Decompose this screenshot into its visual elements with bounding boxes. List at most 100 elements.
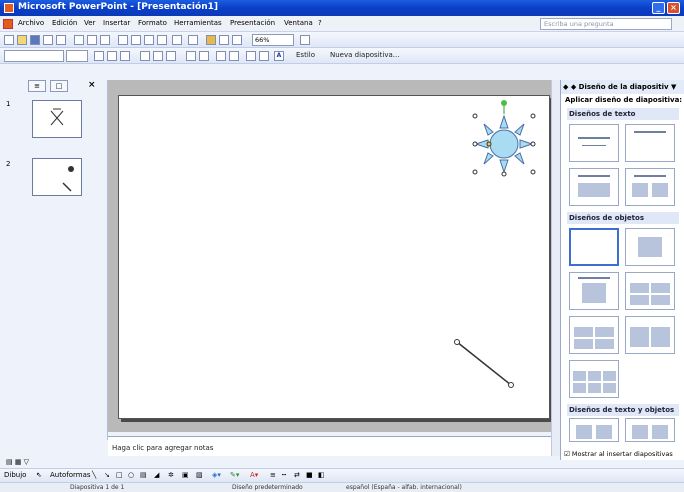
resize-handle[interactable] (530, 169, 536, 175)
chart-icon[interactable] (206, 35, 216, 45)
show-on-insert-row[interactable]: ☑ Mostrar al insertar diapositivas (564, 450, 673, 458)
numbering-icon[interactable] (186, 51, 196, 61)
email-icon[interactable] (56, 35, 66, 45)
menu-edicion[interactable]: Edición (52, 19, 77, 27)
increase-font-icon[interactable] (216, 51, 226, 61)
document-icon[interactable] (3, 19, 13, 29)
print-icon[interactable] (74, 35, 84, 45)
clipart-tool-icon[interactable]: ▣ (182, 471, 189, 479)
resize-handle[interactable] (472, 113, 478, 119)
layout-content[interactable] (625, 228, 675, 266)
menu-archivo[interactable]: Archivo (18, 19, 44, 27)
underline-icon[interactable] (120, 51, 130, 61)
minimize-button[interactable]: _ (652, 2, 665, 14)
diagram-tool-icon[interactable]: ✲ (168, 471, 174, 479)
arrow-style-icon[interactable]: ⇄ (294, 471, 300, 479)
line-style-icon[interactable]: ≡ (270, 471, 276, 479)
italic-icon[interactable] (107, 51, 117, 61)
line-start-handle[interactable] (454, 339, 460, 345)
textbox-tool-icon[interactable]: ▤ (140, 471, 147, 479)
table-icon[interactable] (219, 35, 229, 45)
bold-icon[interactable] (94, 51, 104, 61)
sun-autoshape[interactable] (472, 100, 536, 177)
cut-icon[interactable] (118, 35, 128, 45)
resize-handle[interactable] (501, 171, 507, 177)
layout-title-slide[interactable] (569, 124, 619, 162)
copy-icon[interactable] (131, 35, 141, 45)
shadow-icon[interactable]: ■ (306, 471, 313, 479)
layout-two-content[interactable] (625, 316, 675, 354)
help-icon[interactable] (300, 35, 310, 45)
rectangle-tool-icon[interactable]: □ (116, 471, 123, 479)
slide-thumbnail-1[interactable] (32, 100, 82, 138)
rotate-handle[interactable] (501, 100, 507, 106)
font-name-select[interactable] (4, 50, 64, 62)
autoshapes-menu-button[interactable]: Autoformas (50, 471, 91, 479)
help-search-input[interactable]: Escriba una pregunta (540, 18, 672, 30)
decrease-indent-icon[interactable] (246, 51, 256, 61)
zoom-select[interactable]: 66% (252, 34, 294, 46)
layout-title-four-content[interactable] (569, 316, 619, 354)
menu-formato[interactable]: Formato (138, 19, 167, 27)
resize-handle[interactable] (472, 141, 478, 147)
menu-presentacion[interactable]: Presentación (230, 19, 275, 27)
outline-tab[interactable]: ≡ (28, 80, 46, 92)
align-center-icon[interactable] (153, 51, 163, 61)
dash-style-icon[interactable]: ┅ (282, 471, 286, 479)
paste-icon[interactable] (144, 35, 154, 45)
menu-help[interactable]: ? (318, 19, 322, 27)
picture-tool-icon[interactable]: ▨ (196, 471, 203, 479)
open-icon[interactable] (17, 35, 27, 45)
close-button[interactable]: × (667, 2, 680, 14)
format-painter-icon[interactable] (157, 35, 167, 45)
redo-icon[interactable] (188, 35, 198, 45)
view-buttons[interactable]: ▤ ▦ ▽ (6, 458, 29, 466)
arrow-tool-icon[interactable]: ↘ (104, 471, 110, 479)
vertical-scrollbar[interactable] (551, 80, 560, 456)
font-color-draw-icon[interactable]: A▾ (250, 471, 258, 479)
spelling-icon[interactable] (100, 35, 110, 45)
close-pane-icon[interactable]: × (88, 80, 96, 90)
permission-icon[interactable] (43, 35, 53, 45)
select-pointer-icon[interactable]: ⇖ (36, 471, 42, 479)
menu-ver[interactable]: Ver (84, 19, 95, 27)
layout-six-content[interactable] (569, 360, 619, 398)
draw-menu-button[interactable]: Dibujo (4, 471, 26, 479)
resize-handle[interactable] (530, 141, 536, 147)
oval-tool-icon[interactable]: ○ (128, 471, 134, 479)
wordart-tool-icon[interactable]: ◢ (154, 471, 159, 479)
layout-title-text[interactable] (569, 168, 619, 206)
layout-blank[interactable] (569, 228, 619, 266)
line-tool-icon[interactable]: ╲ (92, 471, 96, 479)
show-on-insert-checkbox[interactable]: ☑ (564, 450, 572, 458)
notes-pane[interactable]: Haga clic para agregar notas (108, 436, 560, 456)
menu-ventana[interactable]: Ventana (284, 19, 313, 27)
design-button[interactable]: Estilo (296, 51, 315, 59)
adjust-handle[interactable] (486, 141, 492, 147)
layout-text-object-1[interactable] (569, 418, 619, 442)
decrease-font-icon[interactable] (229, 51, 239, 61)
back-arrow-icon[interactable]: ◆ ◆ (563, 83, 579, 91)
resize-handle[interactable] (530, 113, 536, 119)
align-left-icon[interactable] (140, 51, 150, 61)
save-icon[interactable] (30, 35, 40, 45)
line-color-icon[interactable]: ✎▾ (230, 471, 239, 479)
hyperlink-icon[interactable] (232, 35, 242, 45)
font-color-icon[interactable]: A (274, 51, 284, 61)
layout-four-content[interactable] (625, 272, 675, 310)
align-right-icon[interactable] (166, 51, 176, 61)
3d-icon[interactable]: ◧ (318, 471, 325, 479)
layout-text-object-2[interactable] (625, 418, 675, 442)
undo-icon[interactable] (172, 35, 182, 45)
line-end-handle[interactable] (508, 382, 514, 388)
dropdown-icon[interactable]: ▼ (669, 83, 676, 91)
slide-canvas[interactable] (118, 95, 550, 419)
slide-thumbnail-2[interactable] (32, 158, 82, 196)
line-shape[interactable] (454, 339, 514, 388)
layout-two-columns[interactable] (625, 168, 675, 206)
resize-handle[interactable] (472, 169, 478, 175)
print-preview-icon[interactable] (87, 35, 97, 45)
layout-title-content[interactable] (569, 272, 619, 310)
slides-tab[interactable]: □ (50, 80, 68, 92)
new-slide-button[interactable]: Nueva diapositiva... (330, 51, 399, 59)
